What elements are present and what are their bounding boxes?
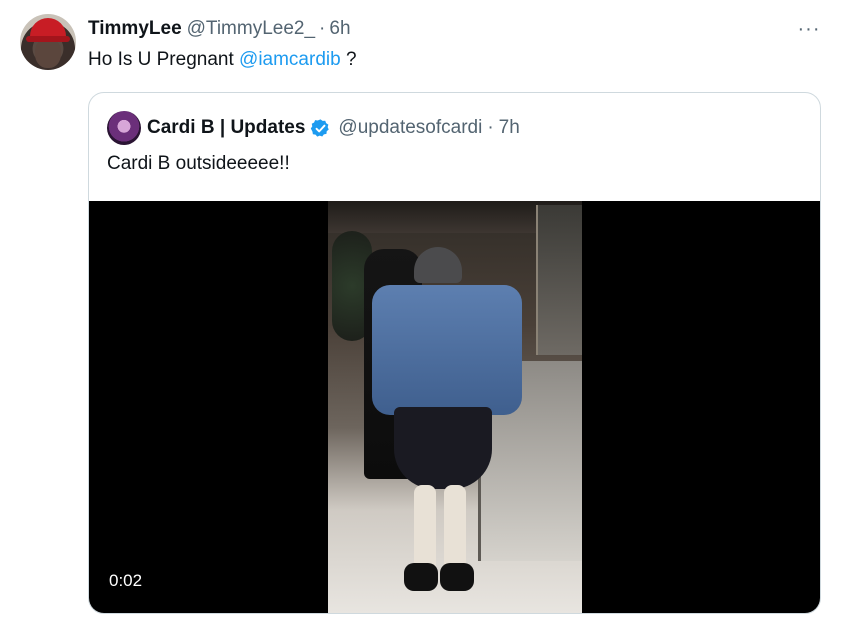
- tweet-timestamp[interactable]: 6h: [329, 18, 350, 40]
- avatar-cap-brim: [26, 36, 70, 42]
- tweet-text-end: ?: [340, 49, 357, 70]
- avatar-face: [35, 38, 61, 68]
- video-scene-leg: [444, 485, 466, 575]
- quoted-separator-dot: ·: [487, 117, 494, 138]
- video-scene-leg: [414, 485, 436, 575]
- tweet-text: Ho Is U Pregnant @iamcardib ?: [88, 49, 357, 71]
- quoted-timestamp[interactable]: 7h: [499, 117, 520, 139]
- video-scene-wall: [536, 205, 582, 355]
- tweet-text-start: Ho Is U Pregnant: [88, 49, 240, 70]
- video-scene-skirt: [394, 407, 492, 489]
- video-player[interactable]: 0:02: [89, 201, 820, 613]
- quoted-tweet-text: Cardi B outsideeeee!!: [107, 153, 290, 174]
- video-scene-jacket: [372, 285, 522, 415]
- author-avatar[interactable]: [20, 14, 76, 70]
- quoted-tweet-header: Cardi B | Updates @updatesofcardi · 7h: [147, 115, 520, 141]
- tweet[interactable]: TimmyLee @TimmyLee2_ · 6h ··· Ho Is U Pr…: [0, 0, 842, 628]
- quoted-author-avatar[interactable]: [107, 111, 141, 145]
- video-duration: 0:02: [109, 571, 143, 590]
- video-scene-shoe: [440, 563, 474, 591]
- author-name[interactable]: TimmyLee: [88, 18, 182, 40]
- separator-dot: ·: [319, 18, 326, 39]
- video-frame: [328, 201, 582, 613]
- mention-link[interactable]: @iamcardib: [239, 49, 341, 70]
- more-options-icon[interactable]: ···: [794, 17, 824, 41]
- quoted-tweet[interactable]: Cardi B | Updates @updatesofcardi · 7h C…: [88, 92, 821, 614]
- video-scene-shoe: [404, 563, 438, 591]
- tweet-header: TimmyLee @TimmyLee2_ · 6h: [88, 18, 351, 42]
- verified-badge-icon: [311, 118, 330, 137]
- author-handle[interactable]: @TimmyLee2_: [187, 18, 315, 40]
- quoted-author-handle[interactable]: @updatesofcardi: [338, 117, 482, 139]
- video-scene-cap: [414, 247, 462, 283]
- quoted-author-name[interactable]: Cardi B | Updates: [147, 117, 305, 139]
